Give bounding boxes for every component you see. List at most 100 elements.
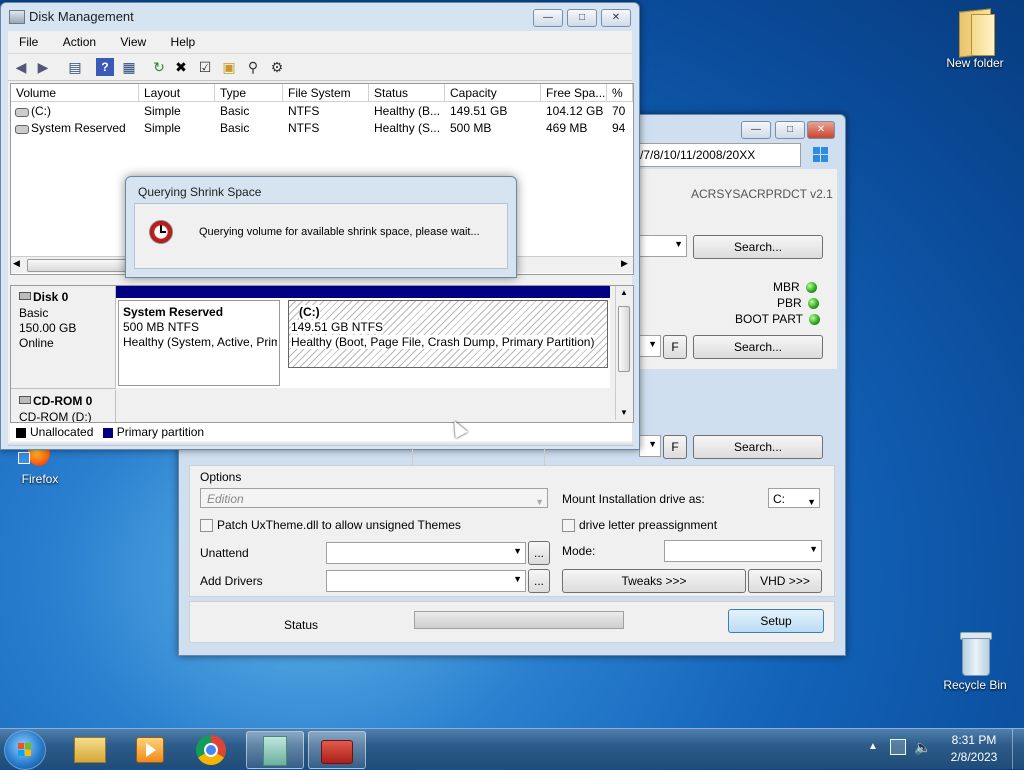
- menu-help[interactable]: Help: [171, 35, 196, 49]
- drive-letter-checkbox[interactable]: drive letter preassignment: [562, 518, 718, 533]
- source-combo[interactable]: ▼: [639, 235, 687, 257]
- show-hidden-icons[interactable]: ▲: [868, 741, 878, 752]
- desktop-icon-label: Firefox: [21, 472, 59, 486]
- show-hide-tree-icon[interactable]: ▤: [66, 58, 84, 76]
- boot-combo[interactable]: ▼: [639, 335, 661, 357]
- column-header-file-system[interactable]: File System: [283, 84, 369, 102]
- volume-icon[interactable]: 🔈: [914, 739, 931, 756]
- drivers-browse-button[interactable]: ...: [528, 569, 550, 593]
- unallocated-swatch: [16, 427, 26, 438]
- add-drivers-combo[interactable]: ▼: [326, 570, 526, 592]
- dialog-body: Querying volume for available shrink spa…: [134, 203, 508, 269]
- status-progress-bar: [414, 611, 624, 629]
- primary-partition-bar: [116, 286, 610, 298]
- unattend-combo[interactable]: ▼: [326, 542, 526, 564]
- menu-file[interactable]: File: [19, 35, 38, 49]
- start-button[interactable]: [4, 730, 46, 770]
- mode-combo[interactable]: ▼: [664, 540, 822, 562]
- settings-icon[interactable]: ⚙: [268, 58, 286, 76]
- boot-part-indicator: BOOT PART: [735, 312, 821, 326]
- check-icon[interactable]: ☑: [196, 58, 214, 76]
- scroll-left-icon[interactable]: ◀: [13, 258, 20, 269]
- search-button-3[interactable]: Search...: [693, 435, 823, 459]
- f-button-2[interactable]: F: [663, 435, 687, 459]
- capacity-cell: 149.51 GB: [450, 104, 508, 118]
- toolbar: ◀ ▶ ▤ ? ▦ ↻ ✖ ☑ ▣ ⚲ ⚙: [8, 53, 632, 81]
- edition-combo[interactable]: Edition ▼: [200, 488, 548, 508]
- column-header-layout[interactable]: Layout: [139, 84, 215, 102]
- unattend-browse-button[interactable]: ...: [528, 541, 550, 565]
- taskbar-disk-management[interactable]: [246, 731, 304, 769]
- forward-arrow-icon[interactable]: ▶: [34, 58, 52, 76]
- disk-0-info[interactable]: Disk 0 Basic 150.00 GB Online: [11, 286, 116, 389]
- f-button-1[interactable]: F: [663, 335, 687, 359]
- path-field[interactable]: /7/8/10/11/2008/20XX: [639, 143, 801, 167]
- cdrom-0-info[interactable]: CD-ROM 0 CD-ROM (D:): [11, 390, 116, 422]
- search-button-1[interactable]: Search...: [693, 235, 823, 259]
- show-desktop-button[interactable]: [1012, 729, 1024, 769]
- column-header-capacity[interactable]: Capacity: [445, 84, 541, 102]
- maximize-button[interactable]: □: [775, 121, 805, 139]
- close-button[interactable]: ✕: [807, 121, 835, 139]
- desktop-icon-recycle-bin[interactable]: Recycle Bin: [935, 630, 1015, 692]
- drive-letter-label: drive letter preassignment: [579, 518, 718, 532]
- partition-title: (C:): [299, 305, 320, 319]
- open-folder-icon[interactable]: ▣: [220, 58, 238, 76]
- status-cell: Healthy (B...: [374, 104, 441, 118]
- brand-text: ACRSYSACRPRDCT v2.1: [691, 187, 833, 201]
- status-bar: [8, 445, 634, 468]
- vertical-scrollbar[interactable]: ▲ ▼: [615, 286, 632, 420]
- disk-graph-view: Disk 0 Basic 150.00 GB Online System Res…: [10, 285, 634, 423]
- column-header-status[interactable]: Status: [369, 84, 445, 102]
- column-header-percent-free[interactable]: % F: [607, 84, 633, 102]
- scroll-thumb[interactable]: [618, 306, 630, 372]
- clock[interactable]: 8:31 PM 2/8/2023: [944, 733, 1004, 764]
- toolbox-icon: [321, 740, 353, 764]
- network-icon[interactable]: [890, 739, 906, 755]
- column-header-type[interactable]: Type: [215, 84, 283, 102]
- edition-placeholder: Edition: [207, 492, 244, 506]
- scroll-down-icon[interactable]: ▼: [620, 408, 628, 417]
- patch-uxtheme-checkbox[interactable]: Patch UxTheme.dll to allow unsigned Them…: [200, 518, 461, 533]
- minimize-button[interactable]: —: [741, 121, 771, 139]
- free-cell: 104.12 GB: [546, 104, 604, 118]
- vhd-button[interactable]: VHD >>>: [748, 569, 822, 593]
- install-combo[interactable]: ▼: [639, 435, 661, 457]
- pbr-indicator: PBR: [777, 296, 819, 310]
- media-player-icon: [136, 737, 164, 763]
- pbr-label: PBR: [777, 296, 802, 310]
- setup-button[interactable]: Setup: [728, 609, 824, 633]
- minimize-button[interactable]: —: [533, 9, 563, 27]
- menu-view[interactable]: View: [120, 35, 146, 49]
- taskbar-chrome[interactable]: [184, 731, 240, 767]
- refresh-icon[interactable]: ↻: [150, 58, 168, 76]
- menu-action[interactable]: Action: [63, 35, 96, 49]
- back-arrow-icon[interactable]: ◀: [12, 58, 30, 76]
- options-label: Options: [200, 470, 242, 484]
- column-header-volume[interactable]: Volume: [11, 84, 139, 102]
- taskbar-explorer[interactable]: [62, 731, 118, 767]
- maximize-button[interactable]: □: [567, 9, 597, 27]
- scroll-right-icon[interactable]: ▶: [621, 258, 628, 269]
- mount-drive-combo[interactable]: C: ▼: [768, 488, 820, 508]
- search-icon[interactable]: ⚲: [244, 58, 262, 76]
- layout-cell: Simple: [144, 104, 181, 118]
- taskbar-media-player[interactable]: [122, 731, 178, 767]
- search-button-2[interactable]: Search...: [693, 335, 823, 359]
- scroll-up-icon[interactable]: ▲: [620, 288, 628, 297]
- column-header-free-space[interactable]: Free Spa...: [541, 84, 607, 102]
- delete-icon[interactable]: ✖: [172, 58, 190, 76]
- desktop-icon-new-folder[interactable]: New folder: [935, 6, 1015, 70]
- partition-c[interactable]: (C:) 149.51 GB NTFS Healthy (Boot, Page …: [288, 300, 608, 368]
- partition-system-reserved[interactable]: System Reserved 500 MB NTFS Healthy (Sys…: [118, 300, 280, 386]
- taskbar-setup-tool[interactable]: [308, 731, 366, 769]
- help-icon[interactable]: ?: [96, 58, 114, 76]
- close-button[interactable]: ✕: [601, 9, 631, 27]
- tweaks-button[interactable]: Tweaks >>>: [562, 569, 746, 593]
- cdrom-partitions: [116, 390, 610, 422]
- percent-free-cell: 94: [612, 121, 626, 135]
- disk-management-app-icon: [9, 10, 25, 24]
- properties-icon[interactable]: ▦: [120, 58, 138, 76]
- add-drivers-label: Add Drivers: [200, 574, 263, 588]
- drive-icon: [15, 125, 29, 134]
